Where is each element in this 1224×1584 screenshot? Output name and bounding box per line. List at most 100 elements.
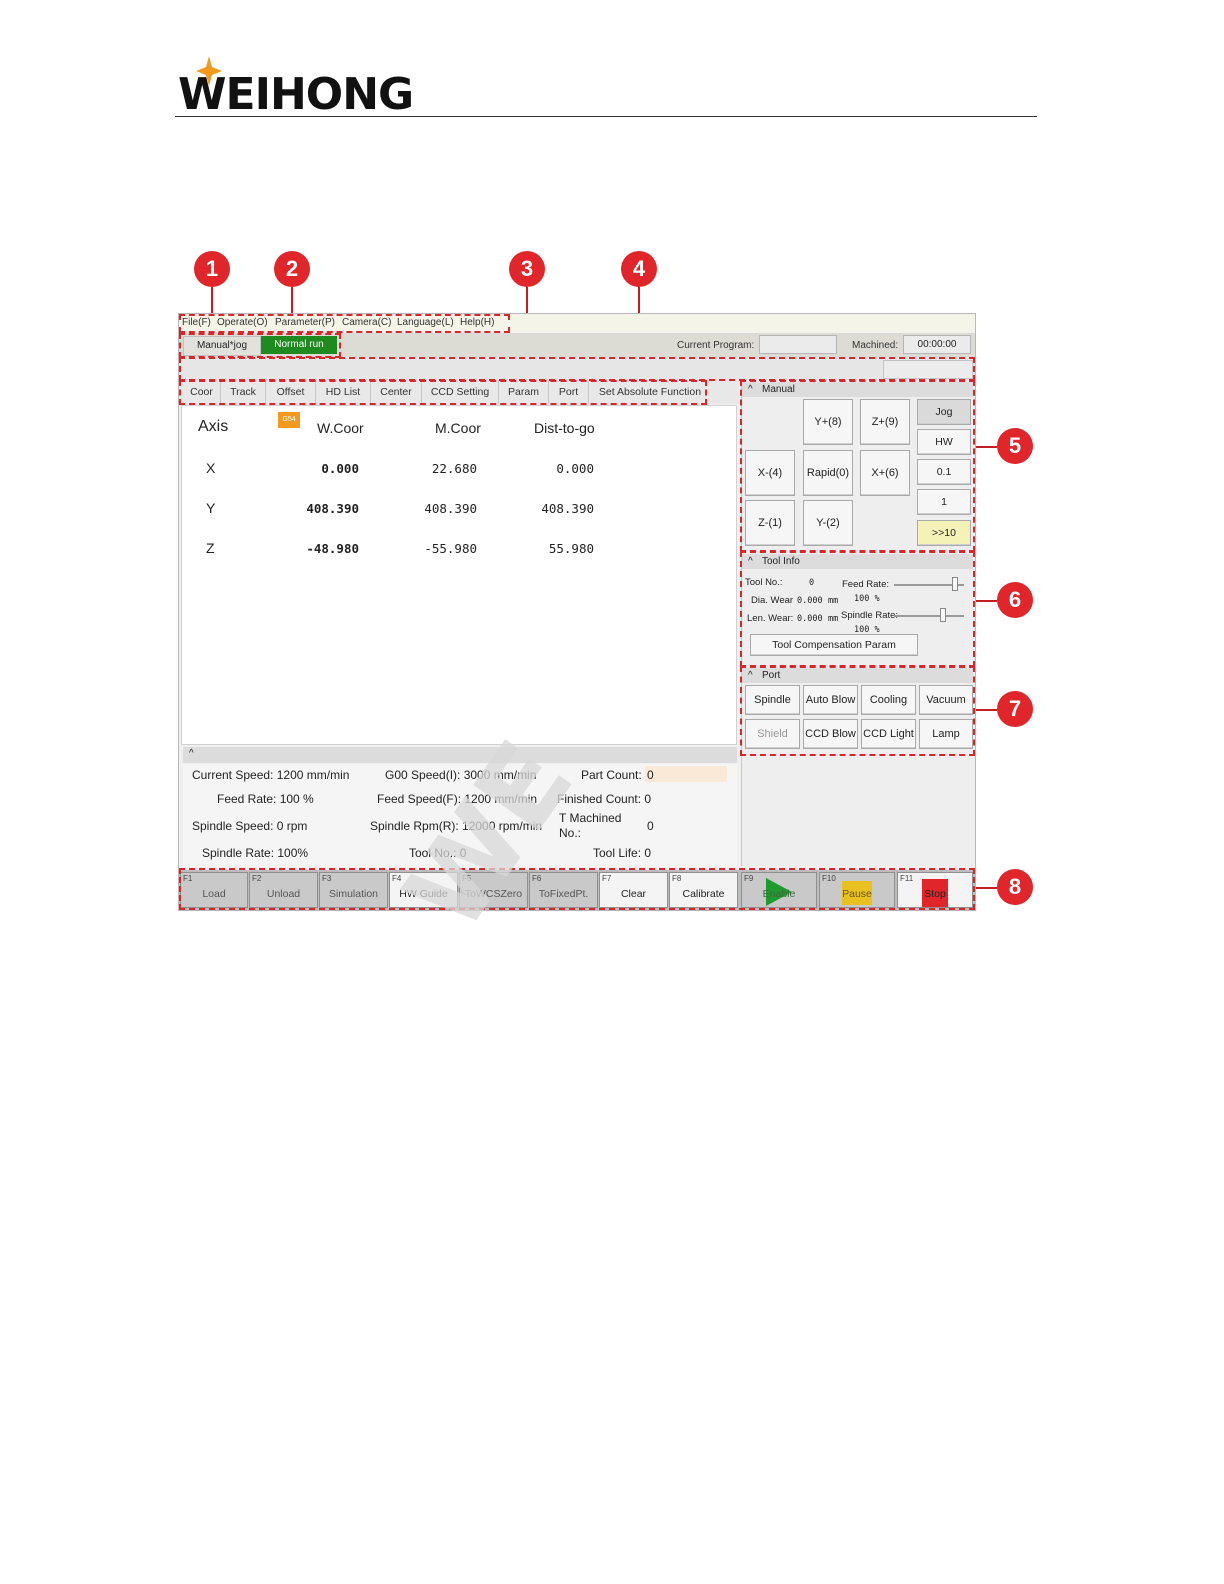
- menu-language[interactable]: Language(L): [397, 317, 454, 328]
- mcoor-header: M.Coor: [435, 420, 481, 436]
- dia-wear-label: Dia. Wear: [751, 595, 794, 606]
- f9-enable-button[interactable]: F9 Enable: [741, 872, 817, 908]
- spindle-rate-slider-track[interactable]: [894, 615, 964, 617]
- jog-mode-button[interactable]: Jog: [917, 399, 971, 425]
- step-0-1-button[interactable]: 0.1: [917, 459, 971, 485]
- current-program-value: [759, 335, 837, 354]
- spindle-port-button[interactable]: Spindle: [745, 685, 800, 715]
- tab-port[interactable]: Port: [549, 380, 589, 404]
- collapse-icon[interactable]: ^: [748, 382, 753, 397]
- manual-header[interactable]: ^ Manual: [742, 382, 973, 397]
- wcoor-header: W.Coor: [317, 420, 364, 436]
- message-bar: [179, 358, 975, 380]
- lamp-button[interactable]: Lamp: [919, 719, 973, 749]
- x-wcoor: 0.000: [321, 461, 359, 476]
- machined-label: Machined:: [852, 340, 899, 351]
- callout-3: 3: [509, 251, 545, 287]
- fkey-number: F10: [822, 874, 836, 883]
- fkey-number: F7: [602, 874, 612, 883]
- part-count-highlight: [645, 766, 727, 782]
- ccd-blow-button[interactable]: CCD Blow: [803, 719, 858, 749]
- fkey-label: Stop: [924, 888, 946, 900]
- current-speed: Current Speed: 1200 mm/min: [192, 768, 350, 782]
- spindle-rate: Spindle Rate: 100%: [202, 846, 309, 860]
- axis-y-label: Y: [206, 500, 216, 516]
- callout-6: 6: [997, 582, 1033, 618]
- machined-value: 00:00:00: [903, 335, 971, 354]
- t-machined-value: 0: [647, 819, 654, 833]
- part-count-label: Part Count:: [581, 768, 642, 782]
- spindle-rate-slider-thumb[interactable]: [940, 608, 946, 622]
- vacuum-button[interactable]: Vacuum: [919, 685, 973, 715]
- tab-track[interactable]: Track: [221, 380, 266, 404]
- menu-camera[interactable]: Camera(C): [342, 317, 391, 328]
- f2-unload-button[interactable]: F2 Unload: [249, 872, 318, 908]
- y-wcoor: 408.390: [306, 501, 359, 516]
- message-box: [883, 360, 973, 379]
- info-collapse-bar[interactable]: ^: [183, 747, 737, 763]
- z-wcoor: -48.980: [306, 541, 359, 556]
- tab-center[interactable]: Center: [371, 380, 422, 404]
- auto-blow-button[interactable]: Auto Blow: [803, 685, 858, 715]
- z-plus-button[interactable]: Z+(9): [860, 399, 910, 445]
- mode-normal-run[interactable]: Normal run: [261, 336, 337, 354]
- f7-clear-button[interactable]: F7 Clear: [599, 872, 668, 908]
- tool-compensation-button[interactable]: Tool Compensation Param: [750, 634, 918, 656]
- step-1-button[interactable]: 1: [917, 489, 971, 515]
- y-mcoor: 408.390: [424, 501, 477, 516]
- z-minus-button[interactable]: Z-(1): [745, 500, 795, 546]
- tool-info-header[interactable]: ^ Tool Info: [742, 554, 973, 569]
- tab-coor[interactable]: Coor: [183, 380, 221, 404]
- tab-ccd-setting[interactable]: CCD Setting: [422, 380, 499, 404]
- cooling-button[interactable]: Cooling: [861, 685, 916, 715]
- f10-pause-button[interactable]: F10 Pause: [819, 872, 895, 908]
- f6-tofixedpt-button[interactable]: F6 ToFixedPt.: [529, 872, 598, 908]
- tab-bar: Coor Track Offset HD List Center CCD Set…: [179, 380, 739, 404]
- callout-1: 1: [194, 251, 230, 287]
- y-minus-button[interactable]: Y-(2): [803, 500, 853, 546]
- ccd-light-button[interactable]: CCD Light: [861, 719, 916, 749]
- current-program-label: Current Program:: [677, 340, 755, 351]
- tab-offset[interactable]: Offset: [266, 380, 316, 404]
- tab-hd-list[interactable]: HD List: [316, 380, 371, 404]
- callout-5: 5: [997, 428, 1033, 464]
- tab-param[interactable]: Param: [499, 380, 549, 404]
- menu-file[interactable]: File(F): [182, 317, 211, 328]
- fkey-label: ToFixedPt.: [538, 888, 589, 900]
- len-wear-unit: mm: [828, 614, 839, 624]
- feed-rate-slider-thumb[interactable]: [952, 577, 958, 591]
- f3-simulation-button[interactable]: F3 Simulation: [319, 872, 388, 908]
- feed-rate-label: Feed Rate:: [842, 579, 889, 590]
- menu-help[interactable]: Help(H): [460, 317, 494, 328]
- mode-manual-jog[interactable]: Manual*jog: [183, 336, 261, 356]
- tab-set-absolute-function[interactable]: Set Absolute Function: [589, 380, 711, 404]
- f8-calibrate-button[interactable]: F8 Calibrate: [669, 872, 738, 908]
- right-panel: ^ Manual Y+(8) Z+(9) X-(4) Rapid(0) X+(6…: [741, 380, 975, 866]
- shield-button[interactable]: Shield: [745, 719, 800, 749]
- f11-stop-button[interactable]: F11 Stop: [897, 872, 973, 908]
- menu-parameter[interactable]: Parameter(P): [275, 317, 335, 328]
- weihong-logo: WEIHONG: [178, 56, 438, 120]
- port-header[interactable]: ^ Port: [742, 668, 973, 683]
- hw-mode-button[interactable]: HW: [917, 429, 971, 455]
- y-plus-button[interactable]: Y+(8): [803, 399, 853, 445]
- collapse-icon[interactable]: ^: [748, 668, 753, 683]
- collapse-icon[interactable]: ^: [189, 748, 194, 759]
- len-wear-label: Len. Wear:: [747, 613, 794, 624]
- rapid-button[interactable]: Rapid(0): [803, 450, 853, 496]
- dist-header: Dist-to-go: [534, 420, 595, 436]
- tool-info-title: Tool Info: [762, 556, 800, 567]
- function-key-bar: F1 Load F2 Unload F3 Simulation F4 HW Gu…: [179, 870, 975, 910]
- axis-z-label: Z: [206, 540, 215, 556]
- x-minus-button[interactable]: X-(4): [745, 450, 795, 496]
- f1-load-button[interactable]: F1 Load: [180, 872, 248, 908]
- collapse-icon[interactable]: ^: [748, 554, 753, 569]
- step-10-button[interactable]: >>10: [917, 520, 971, 546]
- axis-x-label: X: [206, 460, 216, 476]
- dia-wear-unit: mm: [828, 596, 839, 606]
- spindle-rate-label: Spindle Rate:: [841, 610, 899, 621]
- menu-operate[interactable]: Operate(O): [217, 317, 268, 328]
- callout-2: 2: [274, 251, 310, 287]
- callout-1-pointer: [211, 287, 213, 313]
- x-plus-button[interactable]: X+(6): [860, 450, 910, 496]
